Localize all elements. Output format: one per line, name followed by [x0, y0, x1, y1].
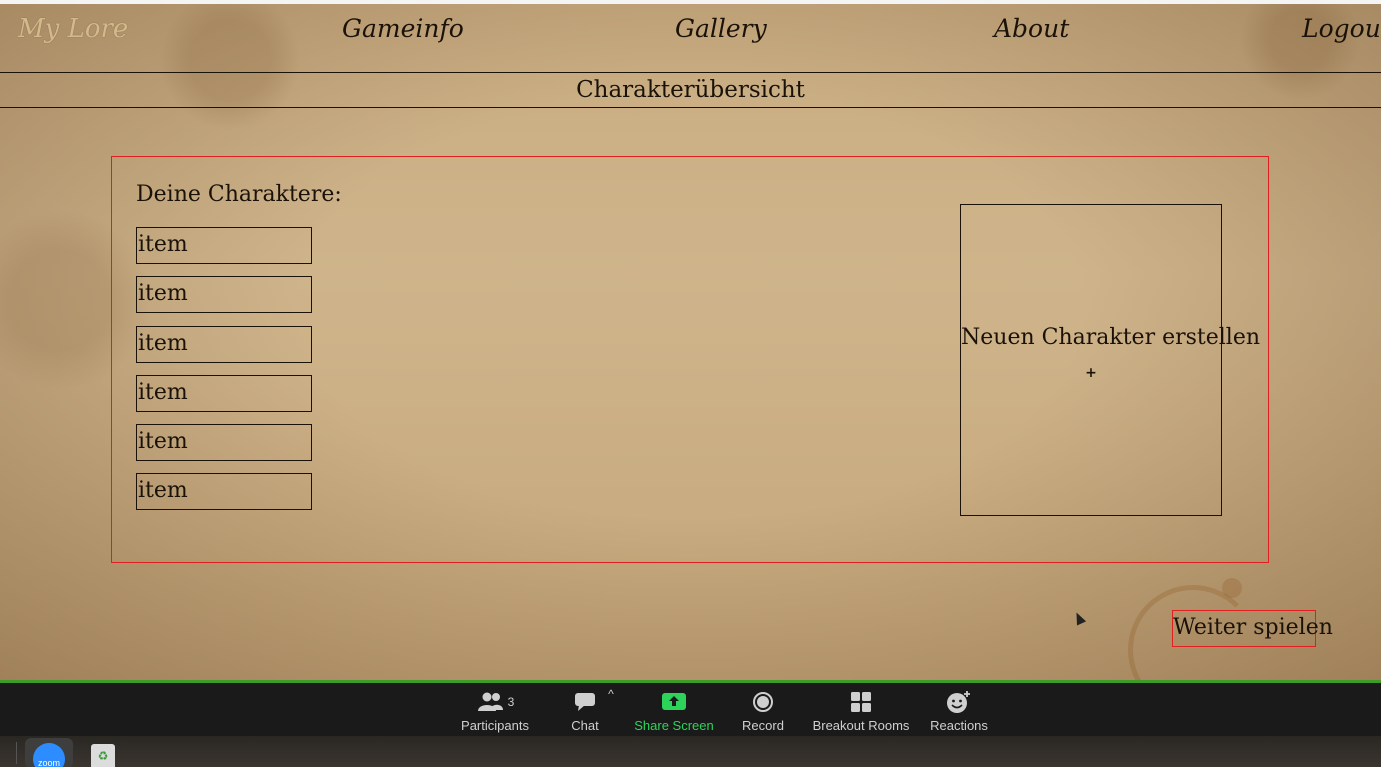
reactions-button[interactable]: Reactions — [928, 690, 990, 733]
character-list-item[interactable]: item — [136, 276, 312, 314]
character-list: item item item item item item — [136, 227, 312, 523]
participants-count: 3 — [507, 695, 515, 709]
participants-label: Participants — [461, 718, 529, 733]
page-title: Charakterübersicht — [0, 72, 1381, 108]
os-taskbar: zoom ♻ — [0, 736, 1381, 767]
character-list-item[interactable]: item — [136, 424, 312, 462]
taskbar-divider — [16, 742, 17, 764]
participants-button[interactable]: 3 Participants — [460, 690, 530, 733]
chat-button[interactable]: Chat — [565, 690, 605, 733]
character-list-item[interactable]: item — [136, 227, 312, 264]
taskbar-zoom-app[interactable]: zoom — [25, 738, 73, 767]
record-icon — [753, 692, 773, 712]
nav-item-about[interactable]: About — [994, 14, 1069, 43]
continue-playing-button[interactable]: Weiter spielen — [1172, 610, 1333, 647]
record-button[interactable]: Record — [738, 690, 788, 733]
zoom-app-icon: zoom — [33, 743, 65, 767]
parchment-page: My Lore Gameinfo Gallery About Logout Ch… — [0, 0, 1381, 680]
main-nav: My Lore Gameinfo Gallery About Logout — [0, 4, 1381, 72]
character-panel: Deine Charaktere: item item item item it… — [111, 156, 1269, 563]
zoom-meeting-toolbar: 3 Participants Chat ^ Share Screen Recor… — [0, 680, 1381, 736]
reactions-icon — [947, 691, 970, 713]
character-list-heading: Deine Charaktere: — [136, 182, 342, 207]
chat-icon — [575, 693, 595, 711]
share-screen-button[interactable]: Share Screen — [632, 690, 716, 733]
brand-logo[interactable]: My Lore — [18, 14, 128, 44]
breakout-rooms-label: Breakout Rooms — [812, 718, 910, 733]
chat-options-chevron-up-icon[interactable]: ^ — [604, 687, 618, 701]
share-screen-label: Share Screen — [634, 718, 714, 733]
character-list-item[interactable]: item — [136, 325, 312, 363]
record-label: Record — [742, 718, 784, 733]
create-character-card[interactable]: Neuen Charakter erstellen + — [960, 204, 1261, 516]
chat-label: Chat — [571, 718, 599, 733]
breakout-rooms-icon — [851, 692, 871, 712]
character-list-item[interactable]: item — [136, 473, 312, 511]
share-screen-icon — [662, 693, 686, 710]
nav-item-gameinfo[interactable]: Gameinfo — [342, 14, 464, 43]
coffee-drop-decoration — [1222, 578, 1242, 598]
create-character-label: Neuen Charakter erstellen — [961, 325, 1261, 350]
taskbar-trash-app[interactable]: ♻ — [91, 744, 115, 767]
mouse-cursor-icon — [1071, 610, 1087, 626]
recycle-bin-icon: ♻ — [97, 749, 109, 763]
plus-icon: + — [1085, 365, 1097, 381]
nav-item-gallery[interactable]: Gallery — [675, 14, 767, 43]
breakout-rooms-button[interactable]: Breakout Rooms — [810, 690, 912, 733]
reactions-label: Reactions — [930, 718, 988, 733]
nav-item-logout[interactable]: Logout — [1302, 14, 1381, 43]
character-list-item[interactable]: item — [136, 374, 312, 412]
